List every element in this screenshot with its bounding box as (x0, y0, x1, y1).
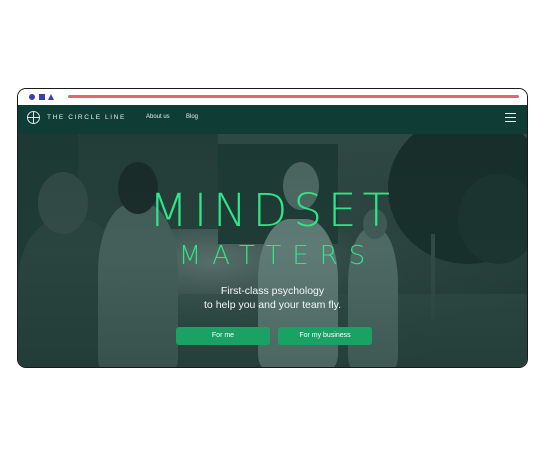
browser-chrome (18, 89, 527, 105)
hero-subtitle-line2: to help you and your team fly. (204, 299, 341, 311)
nav-link-about[interactable]: About us (146, 114, 170, 120)
address-bar[interactable] (68, 95, 519, 98)
brand-name[interactable]: THE CIRCLE LINE (47, 114, 126, 121)
hero-headline-line1: MINDSET (149, 184, 396, 237)
hero-subtitle-line1: First-class psychology (220, 285, 325, 297)
nav-link-blog[interactable]: Blog (186, 114, 198, 120)
hamburger-menu-icon[interactable] (505, 112, 516, 123)
window-circle-icon (29, 94, 35, 100)
window-triangle-icon (48, 94, 54, 100)
for-my-business-button[interactable]: For my business (278, 327, 372, 345)
browser-window: THE CIRCLE LINE About us Blog MINDSET MA… (17, 88, 528, 368)
hero-headline-line2: MATTERS (178, 241, 377, 271)
circle-logo-icon[interactable] (27, 111, 40, 124)
window-square-icon (39, 94, 45, 100)
site-header: THE CIRCLE LINE About us Blog (18, 105, 527, 134)
for-me-button[interactable]: For me (176, 327, 270, 345)
hero-subtitle: First-class psychology to help you and y… (18, 284, 527, 312)
hero-section: MINDSET MATTERS First-class psychology t… (18, 134, 527, 367)
